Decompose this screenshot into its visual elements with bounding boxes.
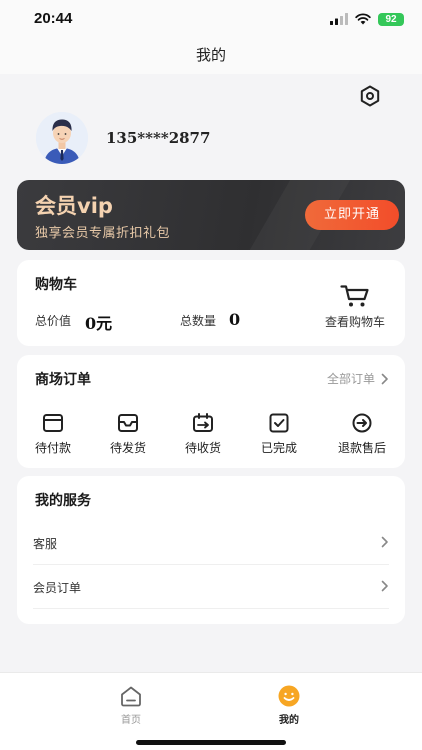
tab-bar: 首页 我的 <box>0 672 422 750</box>
total-count-label: 总数量 <box>180 314 217 328</box>
order-label: 待付款 <box>34 441 71 455</box>
vip-title: 会员vip <box>35 194 113 218</box>
cart-card: 购物车 总价值 0元 总数量 0 查看购物车 <box>17 260 405 346</box>
chevron-right-icon <box>381 580 388 592</box>
cart-icon <box>340 285 369 307</box>
services-card: 我的服务 客服 会员订单 <box>17 476 405 624</box>
chevron-right-icon <box>381 536 388 548</box>
order-pending-payment[interactable]: 待付款 <box>21 413 85 456</box>
avatar[interactable] <box>36 112 88 164</box>
status-time: 20:44 <box>34 10 73 27</box>
view-cart-button[interactable]: 查看购物车 <box>317 284 393 330</box>
wallet-icon <box>43 414 63 432</box>
refund-icon <box>352 413 372 433</box>
service-label: 会员订单 <box>33 581 82 595</box>
view-cart-label: 查看购物车 <box>324 315 385 329</box>
order-completed[interactable]: 已完成 <box>247 413 311 456</box>
home-indicator <box>136 740 286 745</box>
order-label: 退款售后 <box>337 441 386 455</box>
profile-row[interactable]: 135****2877 <box>36 112 210 164</box>
chevron-right-icon <box>381 373 388 384</box>
nav-bar: 我的 <box>0 38 422 74</box>
all-orders-link[interactable]: 全部订单 <box>327 370 389 387</box>
service-item-member-orders[interactable]: 会员订单 <box>33 565 389 609</box>
check-icon <box>269 413 289 433</box>
vip-card: 会员vip 独享会员专属折扣礼包 立即开通 <box>17 180 405 250</box>
service-item-customer-service[interactable]: 客服 <box>33 521 389 565</box>
status-bar: 20:44 92 <box>0 0 422 38</box>
tab-label: 首页 <box>121 715 141 726</box>
cart-title: 购物车 <box>35 277 77 293</box>
settings-button[interactable] <box>358 84 382 108</box>
all-orders-label: 全部订单 <box>326 372 375 386</box>
order-pending-shipment[interactable]: 待发货 <box>96 413 160 456</box>
services-title: 我的服务 <box>35 493 91 509</box>
home-icon <box>121 686 141 707</box>
wifi-icon <box>355 13 371 25</box>
vip-activate-button[interactable]: 立即开通 <box>305 200 399 230</box>
orders-title: 商场订单 <box>35 372 91 388</box>
battery-indicator: 92 <box>378 12 404 26</box>
tab-label: 我的 <box>279 715 299 726</box>
order-label: 待收货 <box>184 441 221 455</box>
orders-card: 商场订单 全部订单 待付款 待发货 待收货 已完成 退款售后 <box>17 355 405 468</box>
delivery-icon <box>193 413 213 432</box>
service-label: 客服 <box>33 537 58 551</box>
status-indicators: 92 <box>330 12 404 26</box>
total-count: 0 <box>229 310 241 329</box>
total-value: 0元 <box>85 314 113 333</box>
vip-subtitle: 独享会员专属折扣礼包 <box>35 226 171 241</box>
page-title: 我的 <box>195 46 226 64</box>
user-avatar-icon <box>36 112 88 164</box>
order-pending-receipt[interactable]: 待收货 <box>171 413 235 456</box>
cellular-signal-icon <box>330 13 348 25</box>
order-label: 待发货 <box>109 441 146 455</box>
user-phone: 135****2877 <box>106 129 211 147</box>
tab-mine[interactable]: 我的 <box>249 685 329 726</box>
gear-icon <box>360 85 380 107</box>
total-value-label: 总价值 <box>35 314 72 328</box>
order-label: 已完成 <box>260 441 297 455</box>
order-refund[interactable]: 退款售后 <box>323 413 401 456</box>
tab-home[interactable]: 首页 <box>91 685 171 726</box>
inbox-icon <box>118 414 138 432</box>
smiley-icon <box>278 685 300 707</box>
